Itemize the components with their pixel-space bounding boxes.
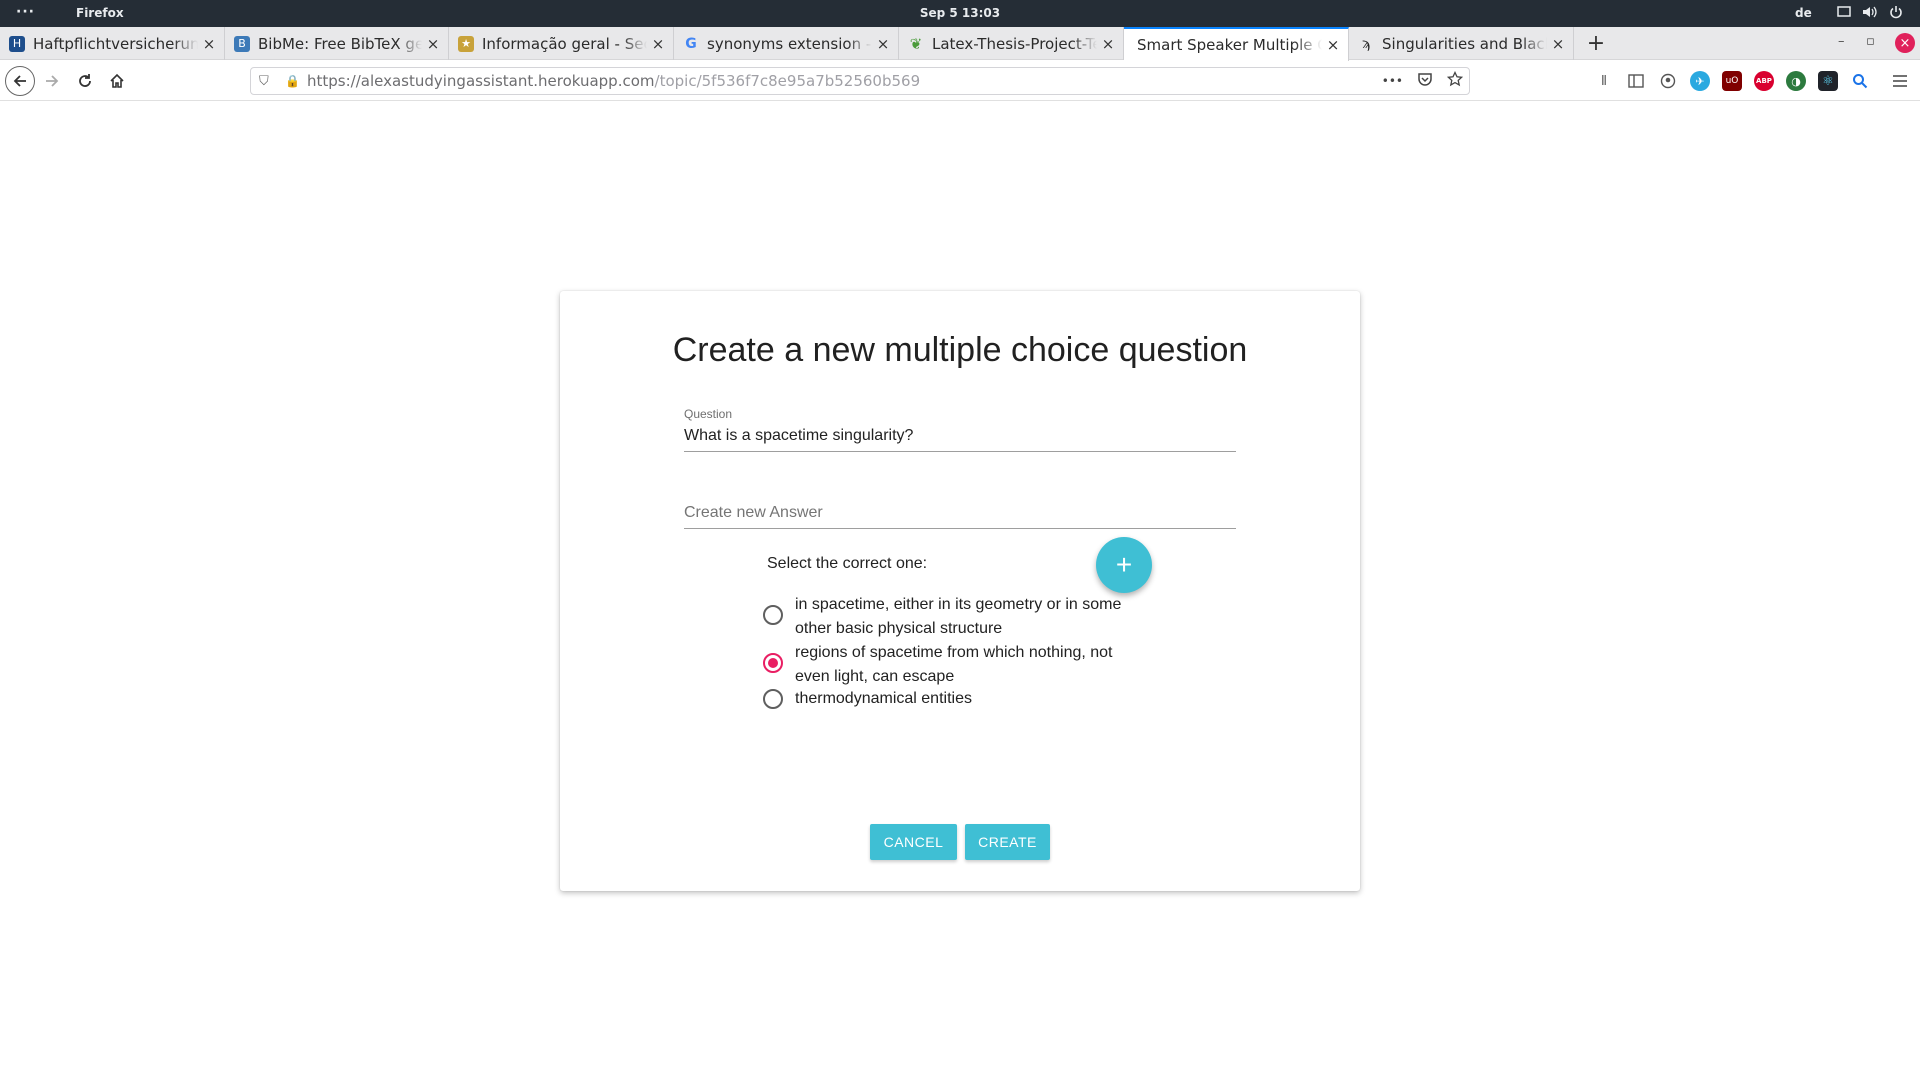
bird-extension-icon[interactable]: ✈ — [1690, 71, 1710, 91]
dialog-title: Create a new multiple choice question — [672, 331, 1248, 369]
system-tray[interactable] — [1836, 4, 1904, 20]
close-tab-icon[interactable]: × — [422, 35, 444, 53]
favicon-icon: ★ — [458, 35, 474, 52]
answer-text: regions of spacetime from which nothing,… — [795, 644, 1113, 685]
bookmark-star-icon[interactable] — [1446, 70, 1464, 91]
wikipedia-icon: ϡ — [1361, 35, 1371, 52]
add-answer-button[interactable]: + — [1096, 537, 1152, 593]
url-text[interactable]: https://alexastudyingassistant.herokuapp… — [307, 72, 920, 90]
tab-title: BibMe: Free BibTeX gene — [258, 34, 422, 53]
favicon-icon: H — [9, 35, 25, 52]
radio-button[interactable] — [763, 605, 783, 625]
answer-option[interactable]: in spacetime, either in its geometry or … — [763, 593, 1163, 641]
forward-arrow-icon — [46, 75, 59, 87]
tab-synonyms[interactable]: G synonyms extension - Go × — [674, 27, 899, 60]
toolbar-icons: ⫴ ✈ uO ABP ◑ ⚛ — [1594, 71, 1870, 91]
close-tab-icon[interactable]: × — [647, 35, 669, 53]
menu-icon — [1893, 75, 1907, 87]
tracking-protection-icon[interactable]: ⛉ — [259, 74, 275, 89]
url-actions: ••• — [1382, 70, 1464, 91]
question-field[interactable]: Question What is a spacetime singularity… — [684, 407, 1236, 452]
answer-text: in spacetime, either in its geometry or … — [795, 596, 1122, 637]
tab-bibme[interactable]: B BibMe: Free BibTeX gene × — [225, 27, 449, 60]
ublock-icon[interactable]: uO — [1722, 71, 1742, 91]
question-label: Question — [684, 407, 733, 421]
volume-icon[interactable] — [1862, 4, 1878, 20]
answer-underline — [684, 528, 1236, 529]
radio-button[interactable] — [763, 689, 783, 709]
tab-haftpflicht[interactable]: H Haftpflichtversicherung - × — [0, 27, 225, 60]
system-top-bar: ··· Firefox Sep 5 13:03 de — [0, 0, 1920, 27]
url-path: /topic/5f536f7c8e95a7b52560b569 — [654, 72, 921, 90]
close-tab-icon[interactable]: × — [1097, 35, 1119, 53]
google-icon: G — [685, 35, 697, 52]
answer-option[interactable]: regions of spacetime from which nothing,… — [763, 641, 1163, 689]
url-host: https://alexastudyingassistant.herokuapp… — [307, 72, 655, 90]
forward-button[interactable] — [38, 67, 66, 95]
tab-singularities[interactable]: ϡ Singularities and Black Ho × — [1349, 27, 1574, 60]
favicon-icon: B — [234, 35, 250, 52]
question-underline — [684, 451, 1236, 452]
tab-title: Smart Speaker Multiple Cho — [1137, 36, 1322, 54]
minimize-icon[interactable]: – — [1838, 34, 1845, 49]
tab-title: Latex-Thesis-Project-Ten — [932, 34, 1097, 53]
tab-title: Singularities and Black Ho — [1382, 34, 1547, 53]
answer-option[interactable]: thermodynamical entities — [763, 687, 1163, 723]
screen-icon[interactable] — [1836, 4, 1852, 20]
sidebar-icon[interactable] — [1626, 71, 1646, 91]
close-tab-icon[interactable]: × — [872, 35, 894, 53]
close-tab-icon[interactable]: × — [1547, 35, 1569, 53]
search-extension-icon[interactable] — [1850, 71, 1870, 91]
tab-title: Informação geral - Secção — [482, 34, 647, 53]
reload-button[interactable] — [71, 67, 99, 95]
overleaf-icon: ❦ — [909, 34, 923, 53]
back-button[interactable] — [5, 66, 35, 96]
tab-title: synonyms extension - Go — [707, 34, 872, 53]
new-tab-button[interactable]: + — [1580, 27, 1612, 60]
radio-button-selected[interactable] — [763, 653, 783, 673]
tab-smart-speaker[interactable]: Smart Speaker Multiple Cho × — [1124, 27, 1349, 61]
create-question-dialog: Create a new multiple choice question Qu… — [560, 291, 1360, 891]
answer-text: thermodynamical entities — [795, 690, 972, 707]
vpn-icon[interactable]: ◑ — [1786, 71, 1806, 91]
window-close-icon[interactable]: × — [1895, 33, 1915, 53]
navigation-toolbar: ⛉ 🔒 https://alexastudyingassistant.herok… — [0, 61, 1920, 101]
clock[interactable]: Sep 5 13:03 — [0, 6, 1920, 20]
menu-button[interactable] — [1886, 67, 1914, 95]
keyboard-layout-indicator[interactable]: de — [1795, 6, 1812, 20]
restore-icon[interactable]: ▫ — [1866, 34, 1875, 49]
close-tab-icon[interactable]: × — [1322, 36, 1344, 54]
close-tab-icon[interactable]: × — [198, 35, 220, 53]
create-button[interactable]: CREATE — [965, 824, 1050, 860]
new-answer-input[interactable] — [684, 504, 1236, 522]
back-arrow-icon — [13, 75, 26, 87]
select-correct-label: Select the correct one: — [767, 555, 928, 572]
home-button[interactable] — [103, 67, 131, 95]
answer-field[interactable] — [684, 502, 1236, 529]
page-actions-icon[interactable]: ••• — [1382, 71, 1403, 91]
adblock-icon[interactable]: ABP — [1754, 71, 1774, 91]
pocket-icon[interactable] — [1417, 71, 1433, 91]
question-input[interactable]: What is a spacetime singularity? — [684, 427, 1236, 445]
home-icon — [110, 73, 124, 88]
power-icon[interactable] — [1888, 4, 1904, 20]
react-devtools-icon[interactable]: ⚛ — [1818, 71, 1838, 91]
tab-informacao[interactable]: ★ Informação geral - Secção × — [449, 27, 674, 60]
tab-title: Haftpflichtversicherung - — [33, 34, 198, 53]
account-icon[interactable] — [1658, 71, 1678, 91]
url-bar[interactable]: ⛉ 🔒 https://alexastudyingassistant.herok… — [250, 67, 1470, 95]
tab-latex-thesis[interactable]: ❦ Latex-Thesis-Project-Ten × — [899, 27, 1124, 60]
tab-strip: H Haftpflichtversicherung - × B BibMe: F… — [0, 27, 1920, 61]
answer-options: in spacetime, either in its geometry or … — [763, 593, 1163, 723]
cancel-button[interactable]: CANCEL — [870, 824, 957, 860]
lock-icon[interactable]: 🔒 — [285, 74, 300, 88]
library-icon[interactable]: ⫴ — [1594, 71, 1614, 91]
reload-icon — [79, 74, 91, 87]
